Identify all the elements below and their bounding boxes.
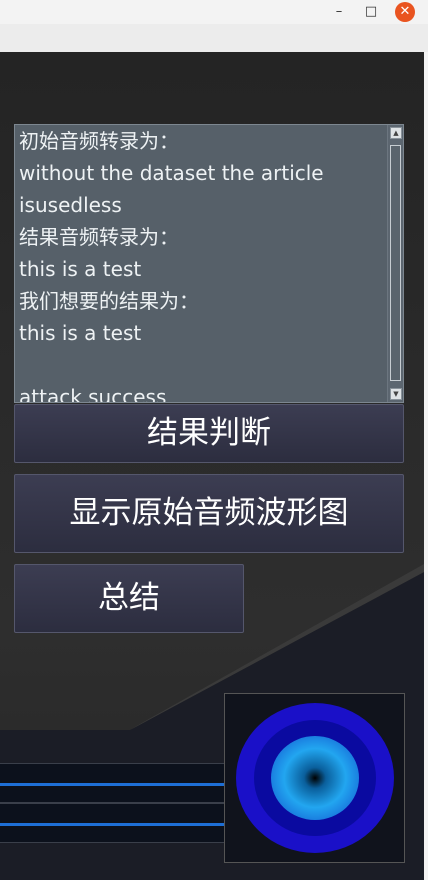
transcript-scrollbar[interactable]: ▲ ▼ [387,125,403,402]
summary-button[interactable]: 总结 [14,564,244,633]
waveform-bar-result [0,803,244,843]
waveform-line [0,783,233,786]
show-waveform-button[interactable]: 显示原始音频波形图 [14,474,404,553]
scroll-down-icon[interactable]: ▼ [390,388,402,400]
visualizer-rings-icon [236,703,394,853]
app-canvas: 初始音频转录为： without the dataset the article… [0,52,424,880]
minimize-button[interactable]: – [328,2,350,22]
scroll-thumb[interactable] [390,145,401,381]
audio-visualizer [224,693,405,863]
judge-result-button[interactable]: 结果判断 [14,404,404,463]
maximize-button[interactable]: □ [360,2,382,22]
window-edge [424,52,428,880]
transcript-textarea[interactable]: 初始音频转录为： without the dataset the article… [14,124,404,403]
window-title-bar: – □ ✕ [0,0,428,24]
waveform-line [0,823,243,826]
close-button[interactable]: ✕ [395,2,415,22]
transcript-text: 初始音频转录为： without the dataset the article… [19,129,324,403]
menu-bar [0,24,428,53]
scroll-up-icon[interactable]: ▲ [390,127,402,139]
waveform-bar-original [0,763,234,803]
